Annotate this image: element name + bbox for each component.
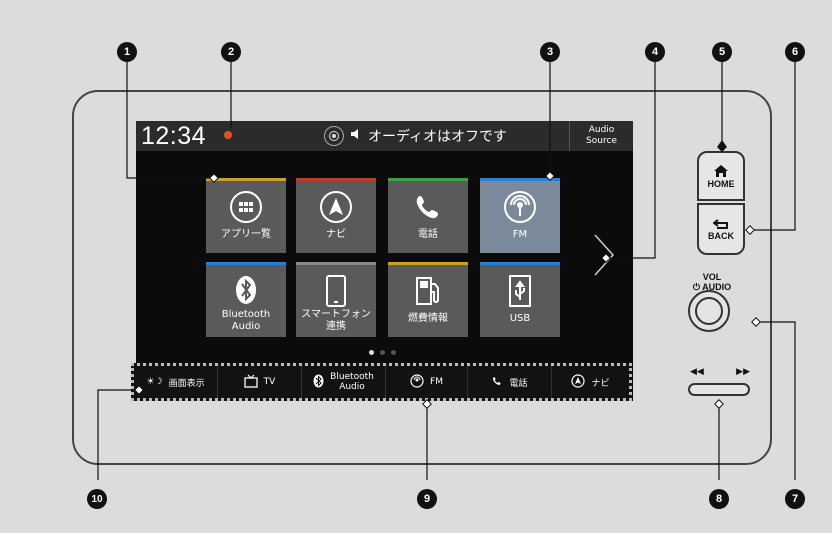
tile-label: 電話 [418,229,438,240]
display-brightness-icon: ☀☽ [146,377,163,387]
tile-bluetooth-audio[interactable]: Bluetooth Audio [206,262,286,337]
smartphone-icon [324,274,348,311]
callout-5: 5 [712,42,732,62]
shortcut-label: FM [430,377,443,387]
shortcut-phone[interactable]: 電話 [468,366,552,398]
touchscreen: 12:34 オーディオはオフです Audio Source アプリ一覧 ナビ 電… [136,121,633,401]
home-button[interactable]: HOME [697,151,745,201]
phone-icon [411,190,445,227]
callout-3: 3 [540,42,560,62]
shortcut-label: 電話 [509,378,528,389]
tile-app-list[interactable]: アプリ一覧 [206,178,286,253]
tv-icon [244,374,258,391]
tile-label: ナビ [326,229,346,240]
page-dot [380,350,385,355]
back-icon [699,219,743,231]
home-label: HOME [707,179,735,189]
fuel-info-icon [413,274,443,311]
tile-label: Bluetooth Audio [221,309,271,332]
tile-fuel-info[interactable]: 燃費情報 [388,262,468,337]
next-page-chevron-icon[interactable] [591,233,621,277]
diagram-stage: 12:34 オーディオはオフです Audio Source アプリ一覧 ナビ 電… [0,0,832,533]
shortcut-fm[interactable]: FM [386,366,468,398]
audio-source-label: Audio Source [586,125,617,146]
vol-audio-knob[interactable] [688,290,730,332]
shortcut-label: Bluetooth Audio [330,372,374,392]
app-grid-icon [229,190,263,227]
tile-label: USB [509,313,531,324]
tile-usb[interactable]: USB [480,262,560,337]
seek-labels: ◀◀ ▶▶ [690,367,750,377]
back-label: BACK [708,231,734,241]
notification-icon[interactable] [224,131,232,139]
navigation-icon [571,373,586,391]
speaker-icon [350,127,362,145]
callout-2: 2 [221,42,241,62]
shortcut-navi[interactable]: ナビ [552,366,629,398]
tile-label: アプリ一覧 [221,229,271,240]
radio-icon [410,373,424,391]
tile-phone[interactable]: 電話 [388,178,468,253]
seek-prev-icon: ◀◀ [690,367,704,377]
shortcut-tv[interactable]: TV [218,366,302,398]
callout-1: 1 [117,42,137,62]
shortcut-label: ナビ [591,378,610,389]
tile-navi[interactable]: ナビ [296,178,376,253]
callout-6: 6 [785,42,805,62]
callout-7: 7 [785,489,805,509]
audio-source-button[interactable]: Audio Source [569,121,633,151]
now-playing-text: オーディオはオフです [368,129,508,145]
callout-8: 8 [709,489,729,509]
clock: 12:34 [141,122,207,150]
home-icon [699,165,743,179]
callout-4: 4 [645,42,665,62]
page-dot [369,350,374,355]
tile-smartphone-link[interactable]: スマートフォン 連携 [296,262,376,337]
radio-icon [324,126,344,146]
tile-label: スマートフォン 連携 [301,309,371,332]
status-bar: 12:34 オーディオはオフです Audio Source [136,121,633,151]
tile-label: FM [512,229,528,240]
usb-icon [507,274,533,311]
shortcut-bluetooth-audio[interactable]: Bluetooth Audio [302,366,386,398]
callout-9: 9 [417,489,437,509]
radio-icon [503,190,537,227]
phone-icon [491,375,503,390]
tile-fm[interactable]: FM [480,178,560,253]
vol-audio-label: VOL ⏻ AUDIO [692,272,732,292]
callout-10: 10 [87,489,107,509]
shortcut-display[interactable]: ☀☽ 画面表示 [134,366,218,398]
navigation-icon [319,190,353,227]
shortcut-label: 画面表示 [168,378,205,389]
bluetooth-icon [231,274,261,309]
bluetooth-icon [313,374,324,391]
shortcut-bar: ☀☽ 画面表示 TV Bluetooth Audio FM 電話 ナビ [131,363,632,401]
now-playing[interactable]: オーディオはオフです [324,121,564,151]
page-indicator [369,350,396,355]
seek-button[interactable] [688,383,750,396]
page-dot [391,350,396,355]
back-button[interactable]: BACK [697,203,745,255]
tile-label: 燃費情報 [408,313,448,324]
seek-next-icon: ▶▶ [736,367,750,377]
shortcut-label: TV [263,377,276,387]
